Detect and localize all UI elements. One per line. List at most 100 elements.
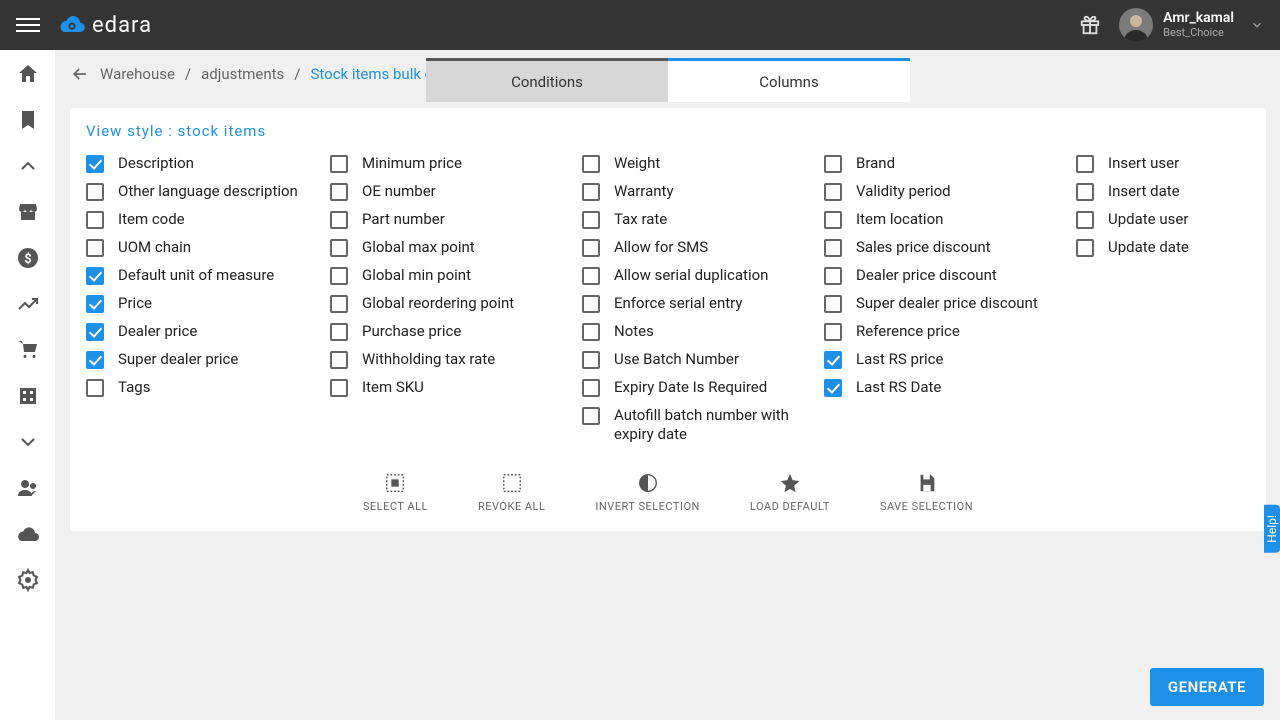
sidebar-store[interactable] [16, 200, 40, 224]
checkbox[interactable] [824, 295, 842, 313]
sidebar-collapse-up[interactable] [16, 154, 40, 178]
column-option[interactable]: Item code [86, 206, 330, 234]
checkbox[interactable] [1076, 183, 1094, 201]
checkbox[interactable] [330, 183, 348, 201]
column-option[interactable]: Last RS Date [824, 374, 1076, 402]
checkbox[interactable] [86, 239, 104, 257]
checkbox[interactable] [330, 267, 348, 285]
invert-selection-button[interactable]: INVERT SELECTION [595, 472, 699, 513]
column-option[interactable]: Item SKU [330, 374, 582, 402]
sidebar-cloud[interactable] [16, 522, 40, 546]
column-option[interactable]: Weight [582, 150, 824, 178]
column-option[interactable]: Super dealer price discount [824, 290, 1076, 318]
column-option[interactable]: Sales price discount [824, 234, 1076, 262]
checkbox[interactable] [330, 379, 348, 397]
checkbox[interactable] [582, 239, 600, 257]
column-option[interactable]: Price [86, 290, 330, 318]
user-menu[interactable]: Amr_kamal Best_Choice [1119, 8, 1264, 42]
checkbox[interactable] [824, 239, 842, 257]
checkbox[interactable] [824, 183, 842, 201]
column-option[interactable]: Part number [330, 206, 582, 234]
sidebar-expand-down[interactable] [16, 430, 40, 454]
column-option[interactable]: Item location [824, 206, 1076, 234]
checkbox[interactable] [824, 379, 842, 397]
column-option[interactable]: Enforce serial entry [582, 290, 824, 318]
column-option[interactable]: Dealer price discount [824, 262, 1076, 290]
checkbox[interactable] [330, 351, 348, 369]
checkbox[interactable] [582, 295, 600, 313]
checkbox[interactable] [824, 155, 842, 173]
checkbox[interactable] [582, 407, 600, 425]
column-option[interactable]: Other language description [86, 178, 330, 206]
column-option[interactable]: Minimum price [330, 150, 582, 178]
checkbox[interactable] [86, 211, 104, 229]
sidebar-bookmark[interactable] [16, 108, 40, 132]
column-option[interactable]: Tax rate [582, 206, 824, 234]
save-selection-button[interactable]: SAVE SELECTION [880, 472, 973, 513]
checkbox[interactable] [582, 351, 600, 369]
checkbox[interactable] [86, 351, 104, 369]
column-option[interactable]: Notes [582, 318, 824, 346]
checkbox[interactable] [330, 323, 348, 341]
checkbox[interactable] [582, 211, 600, 229]
checkbox[interactable] [1076, 239, 1094, 257]
generate-button[interactable]: GENERATE [1150, 668, 1264, 706]
column-option[interactable]: Reference price [824, 318, 1076, 346]
help-tab[interactable]: Help! [1264, 505, 1280, 553]
column-option[interactable]: Global max point [330, 234, 582, 262]
column-option[interactable]: Global min point [330, 262, 582, 290]
checkbox[interactable] [582, 155, 600, 173]
column-option[interactable]: Use Batch Number [582, 346, 824, 374]
sidebar-people[interactable] [16, 476, 40, 500]
checkbox[interactable] [824, 267, 842, 285]
checkbox[interactable] [330, 239, 348, 257]
checkbox[interactable] [582, 267, 600, 285]
checkbox[interactable] [582, 183, 600, 201]
column-option[interactable]: Insert date [1076, 178, 1256, 206]
column-option[interactable]: UOM chain [86, 234, 330, 262]
column-option[interactable]: Global reordering point [330, 290, 582, 318]
crumb-adjustments[interactable]: adjustments [201, 65, 284, 83]
checkbox[interactable] [330, 211, 348, 229]
sidebar-trending[interactable] [16, 292, 40, 316]
column-option[interactable]: Allow for SMS [582, 234, 824, 262]
checkbox[interactable] [330, 295, 348, 313]
logo[interactable]: edara [58, 13, 152, 38]
column-option[interactable]: Update user [1076, 206, 1256, 234]
column-option[interactable]: Validity period [824, 178, 1076, 206]
column-option[interactable]: Autofill batch number with expiry date [582, 402, 824, 448]
column-option[interactable]: Insert user [1076, 150, 1256, 178]
checkbox[interactable] [582, 379, 600, 397]
column-option[interactable]: Super dealer price [86, 346, 330, 374]
column-option[interactable]: Default unit of measure [86, 262, 330, 290]
column-option[interactable]: Description [86, 150, 330, 178]
select-all-button[interactable]: SELECT ALL [363, 472, 428, 513]
column-option[interactable]: Expiry Date Is Required [582, 374, 824, 402]
checkbox[interactable] [86, 379, 104, 397]
sidebar-home[interactable] [16, 62, 40, 86]
load-default-button[interactable]: LOAD DEFAULT [750, 472, 830, 513]
column-option[interactable]: Update date [1076, 234, 1256, 262]
column-option[interactable]: Brand [824, 150, 1076, 178]
tab-columns[interactable]: Columns [668, 58, 910, 102]
sidebar-cart[interactable] [16, 338, 40, 362]
checkbox[interactable] [582, 323, 600, 341]
sidebar-settings[interactable] [16, 568, 40, 592]
column-option[interactable]: Last RS price [824, 346, 1076, 374]
checkbox[interactable] [86, 155, 104, 173]
column-option[interactable]: Purchase price [330, 318, 582, 346]
sidebar-money[interactable]: $ [16, 246, 40, 270]
checkbox[interactable] [86, 267, 104, 285]
back-arrow-icon[interactable] [70, 64, 90, 84]
checkbox[interactable] [86, 323, 104, 341]
column-option[interactable]: Warranty [582, 178, 824, 206]
checkbox[interactable] [86, 183, 104, 201]
column-option[interactable]: Dealer price [86, 318, 330, 346]
menu-icon[interactable] [16, 13, 40, 37]
column-option[interactable]: OE number [330, 178, 582, 206]
tab-conditions[interactable]: Conditions [426, 58, 668, 102]
column-option[interactable]: Withholding tax rate [330, 346, 582, 374]
sidebar-building[interactable] [16, 384, 40, 408]
gift-icon[interactable] [1079, 14, 1101, 36]
column-option[interactable]: Tags [86, 374, 330, 402]
